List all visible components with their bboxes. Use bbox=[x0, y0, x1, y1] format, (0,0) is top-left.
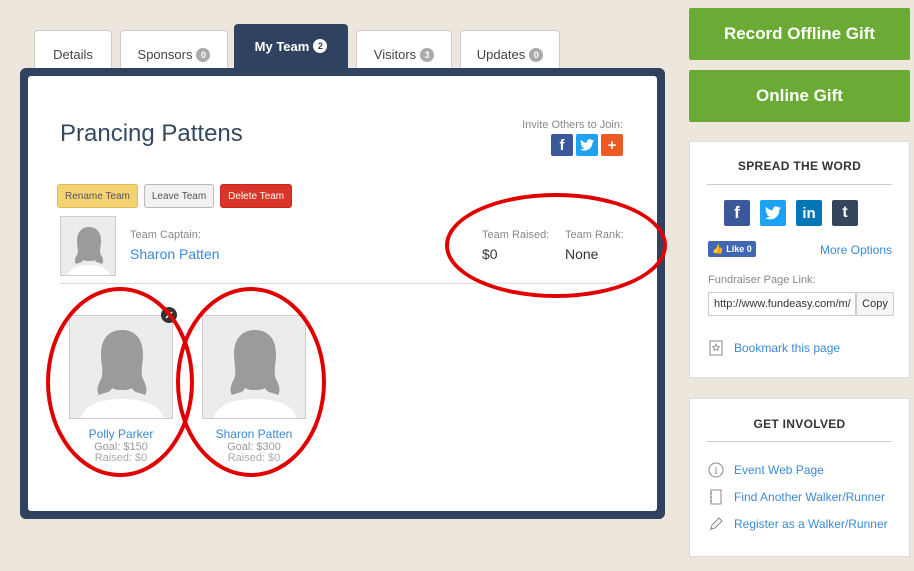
leave-team-button[interactable]: Leave Team bbox=[143, 184, 215, 208]
tab-label: Details bbox=[53, 47, 93, 62]
team-panel: Prancing Pattens Invite Others to Join: … bbox=[20, 68, 665, 519]
box-title: SPREAD THE WORD bbox=[737, 159, 862, 173]
copy-button[interactable]: Copy bbox=[856, 292, 894, 316]
facebook-icon[interactable]: f bbox=[551, 134, 573, 156]
tab-label: Visitors bbox=[373, 47, 417, 62]
member-avatar[interactable] bbox=[202, 315, 306, 419]
link-label: Register as a Walker/Runner bbox=[734, 517, 888, 531]
tab-updates[interactable]: Updates 0 bbox=[460, 30, 560, 72]
tab-label: Updates bbox=[476, 47, 526, 62]
team-name: Prancing Pattens bbox=[60, 120, 243, 147]
team-member-card: ✕ Polly Parker Goal: $150 Raised: $0 bbox=[67, 307, 177, 461]
team-member-card: Sharon Patten Goal: $300 Raised: $0 bbox=[200, 315, 308, 461]
info-icon: i bbox=[708, 462, 724, 478]
member-name-link[interactable]: Sharon Patten bbox=[200, 427, 308, 441]
bookmark-label: Bookmark this page bbox=[734, 341, 841, 355]
online-gift-button[interactable]: Online Gift bbox=[689, 70, 910, 122]
facebook-like-button[interactable]: 👍 Like 0 bbox=[708, 241, 756, 257]
count-badge: 2 bbox=[313, 39, 328, 53]
rename-team-button[interactable]: Rename Team bbox=[57, 184, 138, 208]
divider bbox=[707, 184, 892, 185]
tab-sponsors[interactable]: Sponsors 0 bbox=[120, 30, 228, 72]
tab-my-team[interactable]: My Team 2 bbox=[234, 24, 348, 72]
pencil-icon bbox=[708, 516, 724, 532]
facebook-icon[interactable]: f bbox=[724, 200, 750, 226]
member-goal: Goal: $150 bbox=[94, 441, 148, 453]
bookmark-link[interactable]: Bookmark this page bbox=[708, 340, 840, 356]
address-book-icon bbox=[708, 489, 724, 505]
team-panel-content: Prancing Pattens Invite Others to Join: … bbox=[28, 76, 657, 511]
member-avatar[interactable] bbox=[69, 315, 173, 419]
invite-icons: f + bbox=[551, 134, 623, 156]
count-badge: 0 bbox=[196, 47, 211, 62]
box-title: GET INVOLVED bbox=[753, 417, 846, 431]
member-raised: Raised: $0 bbox=[94, 453, 148, 461]
member-name-link[interactable]: Polly Parker bbox=[67, 427, 175, 441]
captain-name-link[interactable]: Sharon Patten bbox=[130, 246, 220, 262]
divider bbox=[707, 441, 892, 442]
invite-label: Invite Others to Join: bbox=[522, 119, 623, 131]
linkedin-icon[interactable]: in bbox=[796, 200, 822, 226]
twitter-icon[interactable] bbox=[576, 134, 598, 156]
count-badge: 3 bbox=[420, 47, 435, 62]
add-share-icon[interactable]: + bbox=[601, 134, 623, 156]
count-badge: 0 bbox=[529, 47, 544, 62]
register-walker-link[interactable]: Register as a Walker/Runner bbox=[708, 516, 888, 532]
svg-text:i: i bbox=[714, 466, 717, 477]
team-actions: Rename Team Leave Team Delete Team bbox=[57, 184, 293, 208]
bookmark-icon bbox=[708, 340, 724, 356]
captain-avatar bbox=[60, 216, 116, 276]
tumblr-icon[interactable]: t bbox=[832, 200, 858, 226]
tab-label: Sponsors bbox=[137, 47, 193, 62]
team-rank-value: None bbox=[565, 246, 599, 262]
record-offline-gift-button[interactable]: Record Offline Gift bbox=[689, 8, 910, 60]
more-options-link[interactable]: More Options bbox=[820, 243, 892, 257]
spread-the-word-box: SPREAD THE WORD f in t 👍 Like 0 More Opt… bbox=[689, 141, 910, 378]
divider bbox=[60, 283, 623, 284]
member-goal: Goal: $300 bbox=[227, 441, 281, 453]
get-involved-box: GET INVOLVED i Event Web Page Find Anoth… bbox=[689, 398, 910, 557]
remove-member-icon[interactable]: ✕ bbox=[161, 307, 177, 323]
social-share-icons: f in t bbox=[724, 200, 858, 226]
team-raised-value: $0 bbox=[482, 246, 498, 262]
team-rank-label: Team Rank: bbox=[565, 229, 624, 241]
link-label: Find Another Walker/Runner bbox=[734, 490, 885, 504]
member-raised: Raised: $0 bbox=[227, 453, 281, 461]
delete-team-button[interactable]: Delete Team bbox=[220, 184, 293, 208]
link-label: Event Web Page bbox=[734, 463, 824, 477]
page-link-field[interactable]: http://www.fundeasy.com/m/ bbox=[708, 292, 856, 316]
page-link-label: Fundraiser Page Link: bbox=[708, 274, 816, 286]
tab-label: My Team bbox=[254, 39, 310, 54]
tab-details[interactable]: Details bbox=[34, 30, 112, 72]
captain-label: Team Captain: bbox=[130, 229, 201, 241]
like-count: Like 0 bbox=[726, 244, 752, 254]
find-walker-link[interactable]: Find Another Walker/Runner bbox=[708, 489, 885, 505]
tab-visitors[interactable]: Visitors 3 bbox=[356, 30, 452, 72]
twitter-icon[interactable] bbox=[760, 200, 786, 226]
team-raised-label: Team Raised: bbox=[482, 229, 550, 241]
thumbs-up-icon: 👍 bbox=[712, 243, 724, 254]
event-web-page-link[interactable]: i Event Web Page bbox=[708, 462, 824, 478]
